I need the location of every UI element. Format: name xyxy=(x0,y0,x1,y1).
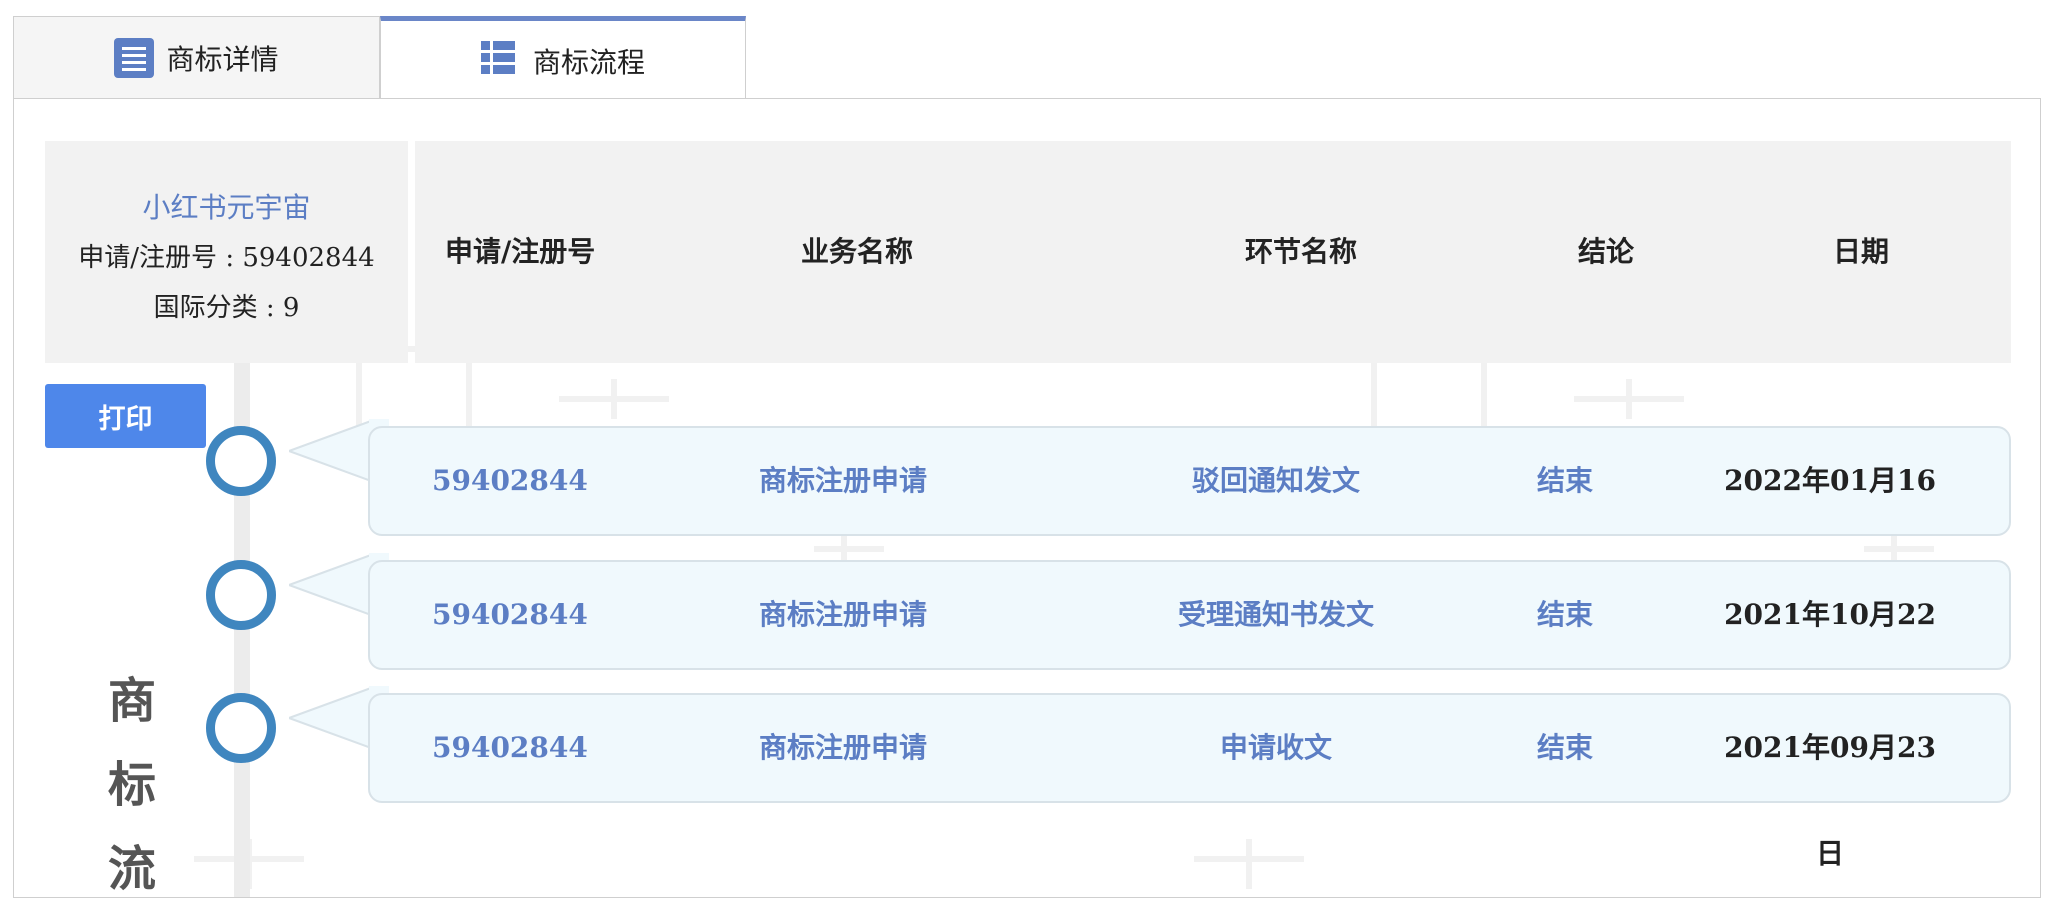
row-stage[interactable]: 受理通知书发文 xyxy=(1158,562,1394,668)
header-reg-no: 申请/注册号 xyxy=(445,235,596,268)
international-class: 国际分类 : 9 xyxy=(153,293,300,323)
row-date: 2021年10月22日 xyxy=(1724,598,1936,737)
row-reg-no[interactable]: 59402844 xyxy=(432,695,588,801)
row-business[interactable]: 商标注册申请 xyxy=(753,562,933,668)
print-button[interactable]: 打印 xyxy=(45,384,206,448)
table-header: 申请/注册号 业务名称 环节名称 结论 日期 xyxy=(415,141,2011,363)
list-icon xyxy=(114,37,155,78)
tab-trademark-details[interactable]: 商标详情 xyxy=(13,16,380,98)
trademark-name[interactable]: 小红书元宇宙 xyxy=(45,183,408,233)
header-date: 日期 xyxy=(1833,235,1890,268)
row-reg-no[interactable]: 59402844 xyxy=(432,562,588,668)
tab-label: 商标流程 xyxy=(532,45,645,79)
tab-trademark-process[interactable]: 商标流程 xyxy=(380,16,746,100)
row-result[interactable]: 结束 xyxy=(1533,695,1597,801)
timeline-dot xyxy=(206,560,276,630)
timeline-dot xyxy=(206,426,276,496)
row-business[interactable]: 商标注册申请 xyxy=(753,428,933,534)
tab-label: 商标详情 xyxy=(166,42,279,76)
registration-number: 申请/注册号 : 59402844 xyxy=(78,243,375,273)
table-row[interactable]: 59402844 商标注册申请 驳回通知发文 结束 2022年01月16日 xyxy=(368,426,2011,603)
timeline-vertical-label: 商 标 流 xyxy=(107,673,156,897)
table-row[interactable]: 59402844 商标注册申请 申请收文 结束 2021年09月23日 xyxy=(368,693,2011,870)
row-result[interactable]: 结束 xyxy=(1533,428,1597,534)
tab-bar: 商标详情 商标流程 xyxy=(13,16,746,100)
header-stage: 环节名称 xyxy=(1245,235,1358,268)
row-stage[interactable]: 申请收文 xyxy=(1158,695,1394,801)
header-result: 结论 xyxy=(1578,235,1635,268)
row-date: 2021年09月23日 xyxy=(1724,731,1936,870)
timeline-dot xyxy=(206,693,276,763)
header-business: 业务名称 xyxy=(801,235,914,268)
row-reg-no[interactable]: 59402844 xyxy=(432,428,588,534)
row-business[interactable]: 商标注册申请 xyxy=(753,695,933,801)
grid-list-icon xyxy=(480,40,521,81)
process-panel: 小红书元宇宙 申请/注册号 : 59402844 国际分类 : 9 申请/注册号… xyxy=(13,98,2041,898)
row-date: 2022年01月16日 xyxy=(1724,464,1936,603)
row-stage[interactable]: 驳回通知发文 xyxy=(1158,428,1394,534)
trademark-info: 小红书元宇宙 申请/注册号 : 59402844 国际分类 : 9 xyxy=(45,141,408,363)
table-row[interactable]: 59402844 商标注册申请 受理通知书发文 结束 2021年10月22日 xyxy=(368,560,2011,737)
row-result[interactable]: 结束 xyxy=(1533,562,1597,668)
